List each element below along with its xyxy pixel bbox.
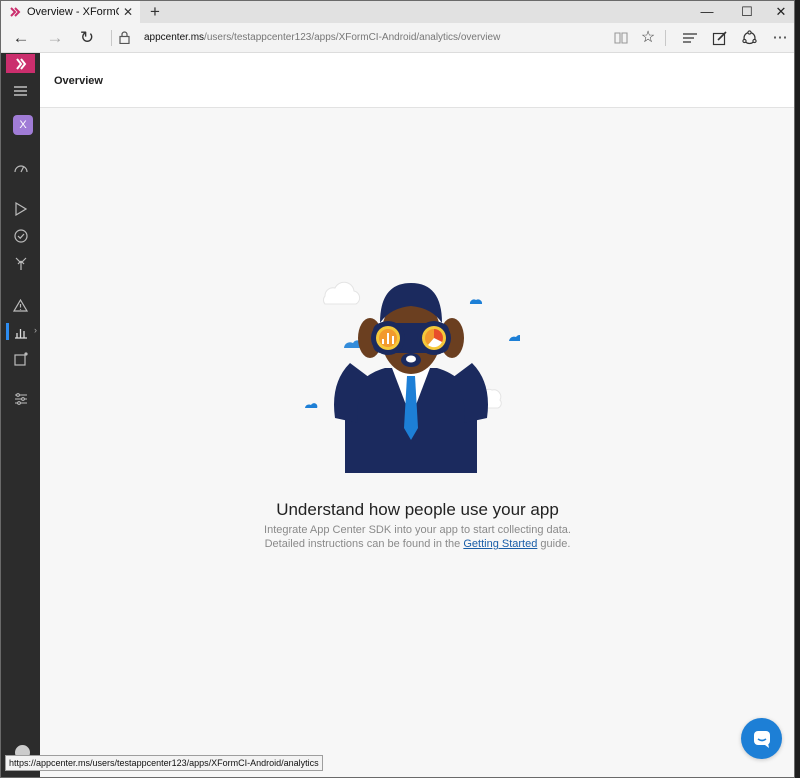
app-sidebar: X ›: [1, 53, 40, 777]
web-note-icon[interactable]: [712, 30, 728, 46]
support-chat-button[interactable]: [741, 718, 782, 759]
empty-state-description: Integrate App Center SDK into your app t…: [40, 523, 794, 551]
getting-started-link[interactable]: Getting Started: [463, 538, 537, 550]
reading-view-icon[interactable]: [614, 31, 628, 45]
close-tab-icon[interactable]: ✕: [123, 5, 133, 19]
url-path: /users/testappcenter123/apps/XFormCI-And…: [204, 32, 501, 43]
forward-arrow-icon[interactable]: →: [44, 27, 66, 49]
nav-divider: [111, 30, 112, 46]
empty-state-title: Understand how people use your app: [276, 500, 559, 519]
minimize-icon[interactable]: —: [689, 1, 725, 23]
nav-divider-right: [665, 30, 666, 46]
browser-tab-overview[interactable]: Overview - XFormCI-Andr ✕: [1, 1, 140, 23]
favorite-star-icon[interactable]: ☆: [637, 27, 659, 49]
app-avatar[interactable]: X: [13, 115, 33, 135]
desktop-background: [795, 0, 800, 778]
status-bar-url: https://appcenter.ms/users/testappcenter…: [5, 755, 323, 771]
lock-icon[interactable]: [119, 31, 130, 44]
maximize-icon[interactable]: ☐: [729, 1, 765, 23]
page-title: Overview: [54, 75, 103, 87]
test-check-icon[interactable]: [1, 224, 40, 248]
build-play-icon[interactable]: [1, 197, 40, 221]
app-center-logo-icon: [15, 57, 26, 70]
distribute-icon[interactable]: [1, 252, 40, 276]
browser-window: Overview - XFormCI-Andr ✕ + — ☐ ✕ ← → ↻ …: [0, 0, 795, 778]
close-window-icon[interactable]: ✕: [763, 1, 794, 23]
more-options-icon[interactable]: ⋯: [769, 27, 791, 49]
dashboard-icon[interactable]: [1, 156, 40, 180]
back-arrow-icon[interactable]: ←: [10, 27, 32, 49]
app-center-logo[interactable]: [6, 54, 35, 73]
address-bar: ← → ↻ appcenter.ms/users/testappcenter12…: [1, 23, 794, 53]
empty-state-line2: Detailed instructions can be found in th…: [40, 537, 794, 551]
new-tab-button[interactable]: +: [146, 2, 164, 22]
hub-icon[interactable]: [682, 32, 698, 44]
empty-state-line2-suffix: guide.: [537, 538, 571, 550]
chat-icon: [753, 730, 770, 748]
url-host: appcenter.ms: [144, 32, 205, 43]
url-field[interactable]: appcenter.ms/users/testappcenter123/apps…: [144, 32, 500, 43]
tab-title: Overview - XFormCI-Andr: [27, 6, 119, 18]
binoculars-person-illustration: [305, 281, 520, 473]
page-header: Overview: [40, 53, 794, 108]
chevron-right-icon: ›: [34, 325, 37, 335]
push-notification-icon[interactable]: [1, 347, 40, 371]
empty-state-line1: Integrate App Center SDK into your app t…: [264, 524, 571, 536]
app-center-icon: [10, 7, 21, 17]
diagnostics-warning-icon[interactable]: [1, 293, 40, 317]
share-icon[interactable]: [741, 30, 758, 46]
tab-bar: Overview - XFormCI-Andr ✕ + — ☐ ✕: [1, 1, 794, 23]
refresh-icon[interactable]: ↻: [76, 27, 98, 49]
main-content: Overview Understand how people use your …: [40, 53, 794, 777]
menu-hamburger-icon[interactable]: [1, 79, 40, 103]
settings-sliders-icon[interactable]: [1, 387, 40, 411]
empty-state-line2-prefix: Detailed instructions can be found in th…: [264, 538, 464, 550]
